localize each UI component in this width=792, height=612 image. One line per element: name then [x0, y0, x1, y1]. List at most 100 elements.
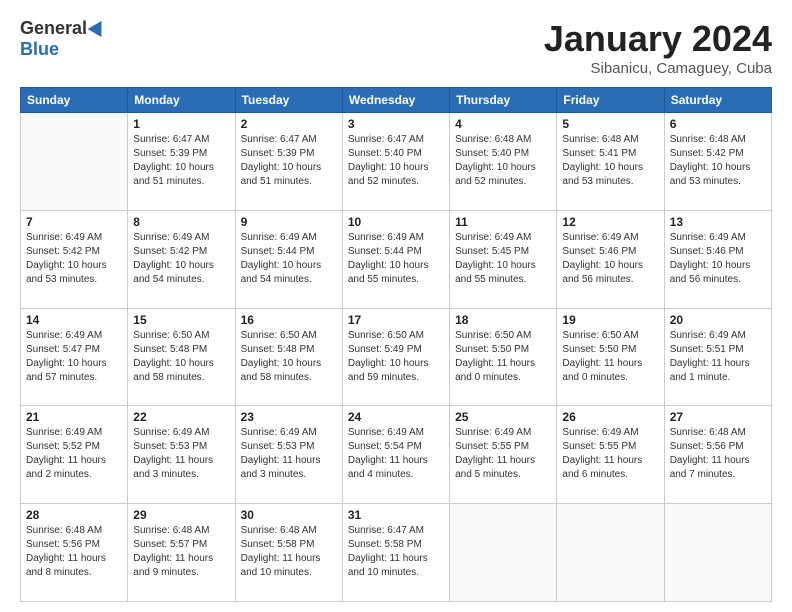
day-number: 15: [133, 313, 229, 327]
daylight-text: Daylight: 11 hours and 9 minutes.: [133, 553, 213, 578]
header-saturday: Saturday: [664, 88, 771, 113]
day-info: Sunrise: 6:49 AM Sunset: 5:42 PM Dayligh…: [26, 231, 122, 287]
table-row: 3 Sunrise: 6:47 AM Sunset: 5:40 PM Dayli…: [342, 113, 449, 211]
sunrise-text: Sunrise: 6:47 AM: [133, 134, 209, 145]
weekday-header-row: Sunday Monday Tuesday Wednesday Thursday…: [21, 88, 772, 113]
sunrise-text: Sunrise: 6:49 AM: [26, 330, 102, 341]
sunrise-text: Sunrise: 6:48 AM: [455, 134, 531, 145]
sunrise-text: Sunrise: 6:49 AM: [241, 232, 317, 243]
table-row: 27 Sunrise: 6:48 AM Sunset: 5:56 PM Dayl…: [664, 406, 771, 504]
day-number: 22: [133, 410, 229, 424]
header: General Blue January 2024 Sibanicu, Cama…: [20, 18, 772, 77]
day-info: Sunrise: 6:49 AM Sunset: 5:54 PM Dayligh…: [348, 426, 444, 482]
header-thursday: Thursday: [450, 88, 557, 113]
sunrise-text: Sunrise: 6:49 AM: [26, 427, 102, 438]
calendar-week-row: 21 Sunrise: 6:49 AM Sunset: 5:52 PM Dayl…: [21, 406, 772, 504]
calendar-week-row: 14 Sunrise: 6:49 AM Sunset: 5:47 PM Dayl…: [21, 308, 772, 406]
table-row: 10 Sunrise: 6:49 AM Sunset: 5:44 PM Dayl…: [342, 210, 449, 308]
table-row: 15 Sunrise: 6:50 AM Sunset: 5:48 PM Dayl…: [128, 308, 235, 406]
sunrise-text: Sunrise: 6:49 AM: [562, 427, 638, 438]
daylight-text: Daylight: 10 hours and 53 minutes.: [26, 260, 107, 285]
table-row: 31 Sunrise: 6:47 AM Sunset: 5:58 PM Dayl…: [342, 504, 449, 602]
logo-blue-text: Blue: [20, 39, 59, 60]
day-info: Sunrise: 6:49 AM Sunset: 5:55 PM Dayligh…: [562, 426, 658, 482]
sunrise-text: Sunrise: 6:50 AM: [133, 330, 209, 341]
table-row: 9 Sunrise: 6:49 AM Sunset: 5:44 PM Dayli…: [235, 210, 342, 308]
sunrise-text: Sunrise: 6:48 AM: [670, 427, 746, 438]
sunset-text: Sunset: 5:45 PM: [455, 246, 529, 257]
daylight-text: Daylight: 10 hours and 57 minutes.: [26, 358, 107, 383]
sunrise-text: Sunrise: 6:47 AM: [348, 134, 424, 145]
daylight-text: Daylight: 10 hours and 55 minutes.: [455, 260, 536, 285]
sunrise-text: Sunrise: 6:50 AM: [455, 330, 531, 341]
table-row: 4 Sunrise: 6:48 AM Sunset: 5:40 PM Dayli…: [450, 113, 557, 211]
day-number: 1: [133, 117, 229, 131]
sunrise-text: Sunrise: 6:48 AM: [26, 525, 102, 536]
day-info: Sunrise: 6:50 AM Sunset: 5:50 PM Dayligh…: [562, 329, 658, 385]
sunset-text: Sunset: 5:58 PM: [241, 539, 315, 550]
table-row: 7 Sunrise: 6:49 AM Sunset: 5:42 PM Dayli…: [21, 210, 128, 308]
calendar-week-row: 28 Sunrise: 6:48 AM Sunset: 5:56 PM Dayl…: [21, 504, 772, 602]
day-number: 14: [26, 313, 122, 327]
sunrise-text: Sunrise: 6:49 AM: [455, 232, 531, 243]
daylight-text: Daylight: 10 hours and 53 minutes.: [670, 162, 751, 187]
sunset-text: Sunset: 5:55 PM: [455, 441, 529, 452]
sunset-text: Sunset: 5:53 PM: [133, 441, 207, 452]
daylight-text: Daylight: 11 hours and 5 minutes.: [455, 455, 535, 480]
daylight-text: Daylight: 11 hours and 4 minutes.: [348, 455, 428, 480]
table-row: 21 Sunrise: 6:49 AM Sunset: 5:52 PM Dayl…: [21, 406, 128, 504]
daylight-text: Daylight: 10 hours and 55 minutes.: [348, 260, 429, 285]
day-info: Sunrise: 6:49 AM Sunset: 5:51 PM Dayligh…: [670, 329, 766, 385]
sunset-text: Sunset: 5:50 PM: [562, 344, 636, 355]
sunrise-text: Sunrise: 6:49 AM: [133, 232, 209, 243]
day-number: 12: [562, 215, 658, 229]
daylight-text: Daylight: 10 hours and 58 minutes.: [241, 358, 322, 383]
sunset-text: Sunset: 5:40 PM: [348, 148, 422, 159]
day-info: Sunrise: 6:50 AM Sunset: 5:49 PM Dayligh…: [348, 329, 444, 385]
table-row: 2 Sunrise: 6:47 AM Sunset: 5:39 PM Dayli…: [235, 113, 342, 211]
day-info: Sunrise: 6:50 AM Sunset: 5:48 PM Dayligh…: [241, 329, 337, 385]
sunrise-text: Sunrise: 6:48 AM: [241, 525, 317, 536]
page: General Blue January 2024 Sibanicu, Cama…: [0, 0, 792, 612]
table-row: 8 Sunrise: 6:49 AM Sunset: 5:42 PM Dayli…: [128, 210, 235, 308]
sunrise-text: Sunrise: 6:49 AM: [348, 232, 424, 243]
sunset-text: Sunset: 5:44 PM: [348, 246, 422, 257]
day-info: Sunrise: 6:49 AM Sunset: 5:42 PM Dayligh…: [133, 231, 229, 287]
sunset-text: Sunset: 5:47 PM: [26, 344, 100, 355]
day-number: 7: [26, 215, 122, 229]
day-number: 11: [455, 215, 551, 229]
sunrise-text: Sunrise: 6:47 AM: [348, 525, 424, 536]
table-row: 17 Sunrise: 6:50 AM Sunset: 5:49 PM Dayl…: [342, 308, 449, 406]
sunrise-text: Sunrise: 6:48 AM: [562, 134, 638, 145]
calendar-week-row: 7 Sunrise: 6:49 AM Sunset: 5:42 PM Dayli…: [21, 210, 772, 308]
daylight-text: Daylight: 10 hours and 53 minutes.: [562, 162, 643, 187]
day-info: Sunrise: 6:49 AM Sunset: 5:53 PM Dayligh…: [133, 426, 229, 482]
day-number: 31: [348, 508, 444, 522]
day-number: 2: [241, 117, 337, 131]
logo-triangle-icon: [88, 16, 109, 36]
daylight-text: Daylight: 11 hours and 0 minutes.: [455, 358, 535, 383]
table-row: 25 Sunrise: 6:49 AM Sunset: 5:55 PM Dayl…: [450, 406, 557, 504]
daylight-text: Daylight: 10 hours and 51 minutes.: [241, 162, 322, 187]
daylight-text: Daylight: 11 hours and 3 minutes.: [241, 455, 321, 480]
table-row: 14 Sunrise: 6:49 AM Sunset: 5:47 PM Dayl…: [21, 308, 128, 406]
daylight-text: Daylight: 10 hours and 59 minutes.: [348, 358, 429, 383]
sunset-text: Sunset: 5:42 PM: [26, 246, 100, 257]
sunset-text: Sunset: 5:46 PM: [562, 246, 636, 257]
table-row: 13 Sunrise: 6:49 AM Sunset: 5:46 PM Dayl…: [664, 210, 771, 308]
daylight-text: Daylight: 11 hours and 0 minutes.: [562, 358, 642, 383]
daylight-text: Daylight: 11 hours and 3 minutes.: [133, 455, 213, 480]
day-number: 29: [133, 508, 229, 522]
day-info: Sunrise: 6:47 AM Sunset: 5:39 PM Dayligh…: [241, 133, 337, 189]
sunrise-text: Sunrise: 6:50 AM: [348, 330, 424, 341]
sunset-text: Sunset: 5:46 PM: [670, 246, 744, 257]
sunset-text: Sunset: 5:39 PM: [133, 148, 207, 159]
calendar-location: Sibanicu, Camaguey, Cuba: [544, 60, 772, 77]
day-number: 4: [455, 117, 551, 131]
table-row: 26 Sunrise: 6:49 AM Sunset: 5:55 PM Dayl…: [557, 406, 664, 504]
table-row: 1 Sunrise: 6:47 AM Sunset: 5:39 PM Dayli…: [128, 113, 235, 211]
sunset-text: Sunset: 5:48 PM: [241, 344, 315, 355]
daylight-text: Daylight: 10 hours and 56 minutes.: [670, 260, 751, 285]
calendar-title: January 2024: [544, 18, 772, 60]
table-row: [664, 504, 771, 602]
